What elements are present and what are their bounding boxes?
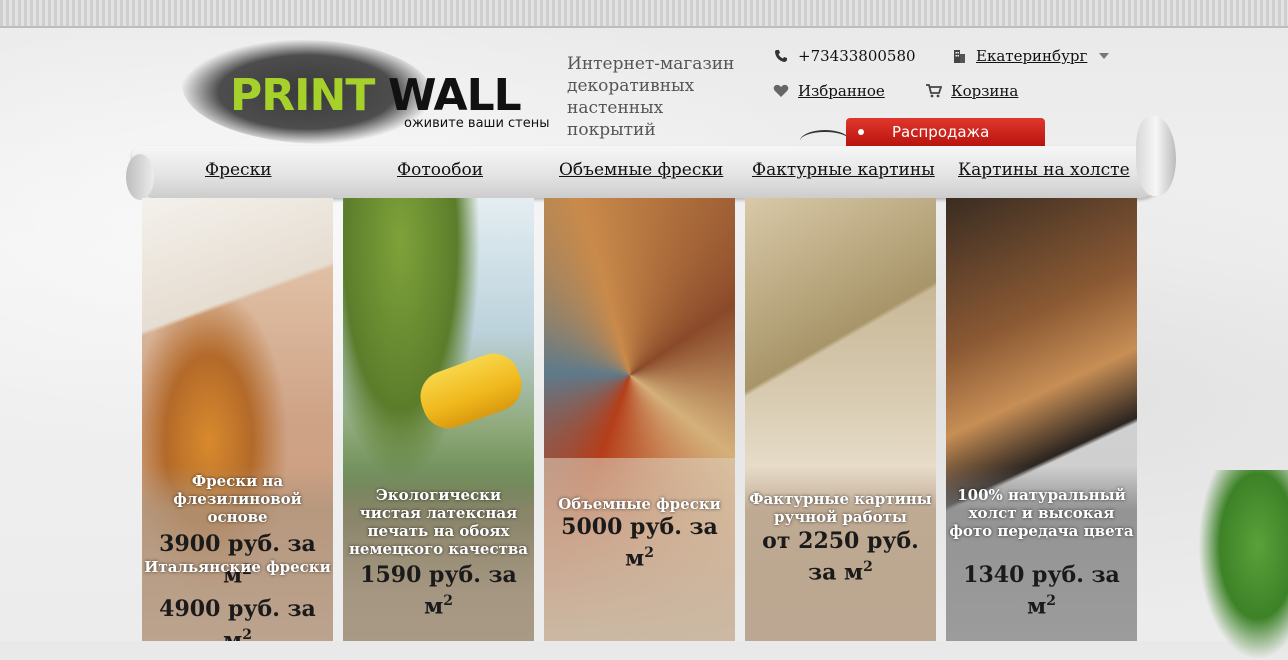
product-price: 1590 руб. за м2 [360, 562, 517, 620]
product-caption: 100% натуральный холст и высокая фото пе… [949, 486, 1134, 540]
product-image [544, 198, 735, 641]
product-price-secondary: 4900 руб. за м2 [159, 596, 316, 641]
favorites-label[interactable]: Избранное [798, 82, 885, 100]
logo[interactable]: PRINT WALL оживите ваши стены [182, 34, 550, 146]
cart-label[interactable]: Корзина [951, 82, 1018, 100]
phone-contact: +73433800580 [772, 47, 916, 65]
logo-slogan: оживите ваши стены [404, 116, 550, 131]
logo-wall-text: WALL [388, 70, 522, 121]
cart-link[interactable]: Корзина [925, 82, 1018, 100]
product-price: 1340 руб. за м2 [963, 562, 1120, 620]
logo-print-text: PRINT [230, 70, 375, 121]
product-caption: Объемные фрески [558, 495, 721, 513]
phone-icon [772, 47, 790, 65]
product-card-texture-paintings[interactable]: Фактурные картины ручной работы от 2250 … [745, 198, 936, 641]
cart-icon [925, 82, 943, 100]
heart-icon [772, 82, 790, 100]
main-nav: Фрески Фотообои Объемные фрески Фактурны… [126, 116, 1176, 200]
product-price: 5000 руб. за м2 [561, 514, 718, 572]
nav-item-frescoes[interactable]: Фрески [205, 160, 272, 180]
nav-item-photo-wallpaper[interactable]: Фотообои [397, 160, 483, 180]
favorites-link[interactable]: Избранное [772, 82, 885, 100]
nav-item-texture-paintings[interactable]: Фактурные картины [752, 160, 935, 180]
product-caption: Фактурные картины ручной работы [749, 490, 932, 526]
sale-label: Распродажа [892, 123, 990, 141]
product-caption-secondary: Итальянские фрески [144, 558, 331, 576]
decorative-plant [1198, 470, 1288, 660]
product-caption: Фрески на флезилиновой основе [173, 472, 302, 526]
city-link[interactable]: Екатеринбург [976, 47, 1087, 65]
chevron-down-icon[interactable] [1099, 53, 1110, 59]
sale-dot-icon [858, 129, 864, 135]
scroll-curl-left [126, 154, 154, 200]
phone-number[interactable]: +73433800580 [798, 47, 916, 65]
store-tagline: Интернет-магазин декоративных настенных … [567, 54, 735, 140]
city-selector[interactable]: Екатеринбург [950, 47, 1110, 65]
nav-item-canvas-paintings[interactable]: Картины на холсте [958, 160, 1130, 180]
top-border [0, 0, 1288, 28]
product-price: от 2250 руб. за м2 [762, 528, 919, 586]
sale-button[interactable]: Распродажа [846, 118, 1045, 146]
nav-item-3d-frescoes[interactable]: Объемные фрески [559, 160, 723, 180]
product-card-frescoes[interactable]: Фрески на флезилиновой основе 3900 руб. … [142, 198, 333, 641]
product-card-3d-frescoes[interactable]: Объемные фрески 5000 руб. за м2 [544, 198, 735, 641]
product-caption: Экологически чистая латексная печать на … [348, 486, 529, 558]
building-icon [950, 47, 968, 65]
product-card-canvas-paintings[interactable]: 100% натуральный холст и высокая фото пе… [946, 198, 1137, 641]
